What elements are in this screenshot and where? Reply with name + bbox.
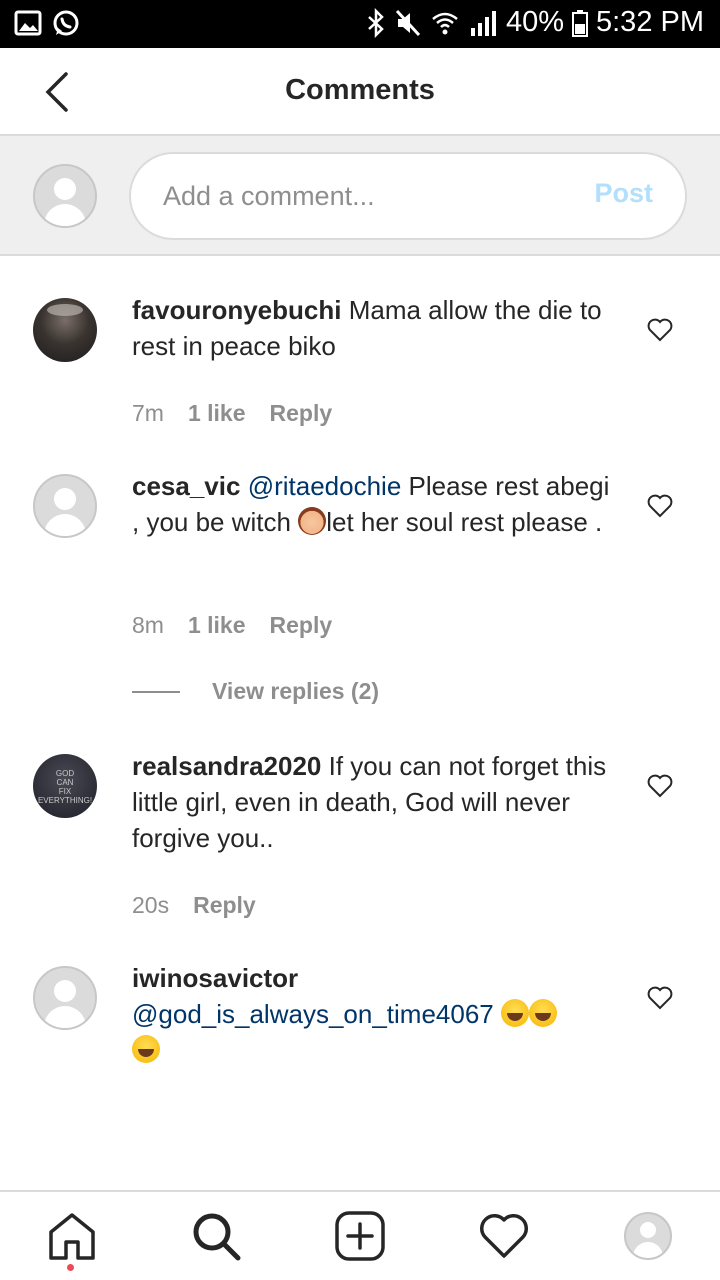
comment-username[interactable]: cesa_vic [132, 471, 240, 501]
comment-input-wrapper: Post [129, 152, 687, 240]
post-button[interactable]: Post [594, 178, 653, 209]
reply-button[interactable]: Reply [270, 400, 333, 427]
avatar-text-line: CAN [56, 778, 74, 787]
avatar[interactable]: GOD CAN FIX EVERYTHING! [33, 754, 97, 818]
comment-likes[interactable]: 1 like [188, 400, 246, 427]
page-title: Comments [285, 74, 435, 106]
wifi-icon [432, 12, 458, 34]
comments-header: Comments [0, 48, 720, 136]
heart-icon[interactable] [647, 494, 673, 518]
activity-heart-icon[interactable] [478, 1210, 530, 1262]
laughing-tears-emoji [500, 999, 529, 1027]
avatar[interactable] [33, 474, 97, 538]
comment-likes[interactable]: 1 like [188, 612, 246, 639]
comment-meta: 20s Reply [132, 892, 256, 919]
battery-icon [572, 9, 588, 37]
comment-username[interactable]: favouronyebuchi [132, 295, 341, 325]
comment-time: 8m [132, 612, 164, 638]
home-icon[interactable] [46, 1210, 98, 1262]
status-bar: 40% 5:32 PM [0, 0, 720, 48]
whatsapp-icon [53, 10, 79, 36]
comment-text: favouronyebuchi Mama allow the die to re… [132, 292, 612, 364]
heart-icon[interactable] [647, 318, 673, 342]
reply-button[interactable]: Reply [193, 892, 256, 919]
comment-text: realsandra2020 If you can not forget thi… [132, 748, 612, 856]
comment-username[interactable]: iwinosavictor [132, 963, 298, 993]
profile-avatar[interactable] [624, 1212, 672, 1260]
heart-icon[interactable] [647, 774, 673, 798]
view-replies-button[interactable]: View replies (2) [132, 678, 379, 705]
comment-time: 20s [132, 892, 170, 918]
signal-icon [470, 10, 496, 36]
comment-input[interactable] [163, 174, 563, 218]
bottom-navigation [0, 1190, 720, 1280]
view-replies-label[interactable]: View replies (2) [212, 678, 379, 705]
woman-gesturing-emoji [298, 507, 327, 535]
laughing-tears-emoji [132, 1035, 160, 1063]
avatar-text-line: GOD [55, 769, 75, 778]
search-icon[interactable] [190, 1210, 242, 1262]
add-post-icon[interactable] [334, 1210, 386, 1262]
comment-text: cesa_vic @ritaedochie Please rest abegi … [132, 468, 612, 540]
comment-text: iwinosavictor @god_is_always_on_time4067 [132, 960, 612, 1068]
avatar[interactable] [33, 298, 97, 362]
comment-username[interactable]: realsandra2020 [132, 751, 321, 781]
avatar-text-line: EVERYTHING! [37, 796, 93, 805]
comment-mention[interactable]: @god_is_always_on_time4067 [132, 999, 494, 1029]
status-right: 40% 5:32 PM [366, 6, 704, 39]
bluetooth-icon [368, 7, 384, 38]
avatar-text-line: FIX [58, 787, 72, 796]
mute-icon [395, 9, 421, 36]
comment-meta: 7m 1 like Reply [132, 400, 332, 427]
status-left-icons [14, 8, 80, 38]
battery-percent: 40% [505, 6, 564, 38]
gallery-icon [14, 10, 42, 36]
comment-meta: 8m 1 like Reply [132, 612, 332, 639]
my-avatar [33, 164, 97, 228]
reply-button[interactable]: Reply [270, 612, 333, 639]
laughing-tears-emoji [528, 999, 557, 1027]
comment-message-continued: let her soul rest please . [326, 507, 603, 537]
comment-mention[interactable]: @ritaedochie [248, 471, 402, 501]
heart-icon[interactable] [647, 986, 673, 1010]
comment-composer: Post [0, 136, 720, 256]
clock: 5:32 PM [596, 6, 704, 38]
divider-line [132, 690, 180, 693]
notification-dot [67, 1264, 74, 1271]
avatar[interactable] [33, 966, 97, 1030]
comment-time: 7m [132, 400, 164, 426]
